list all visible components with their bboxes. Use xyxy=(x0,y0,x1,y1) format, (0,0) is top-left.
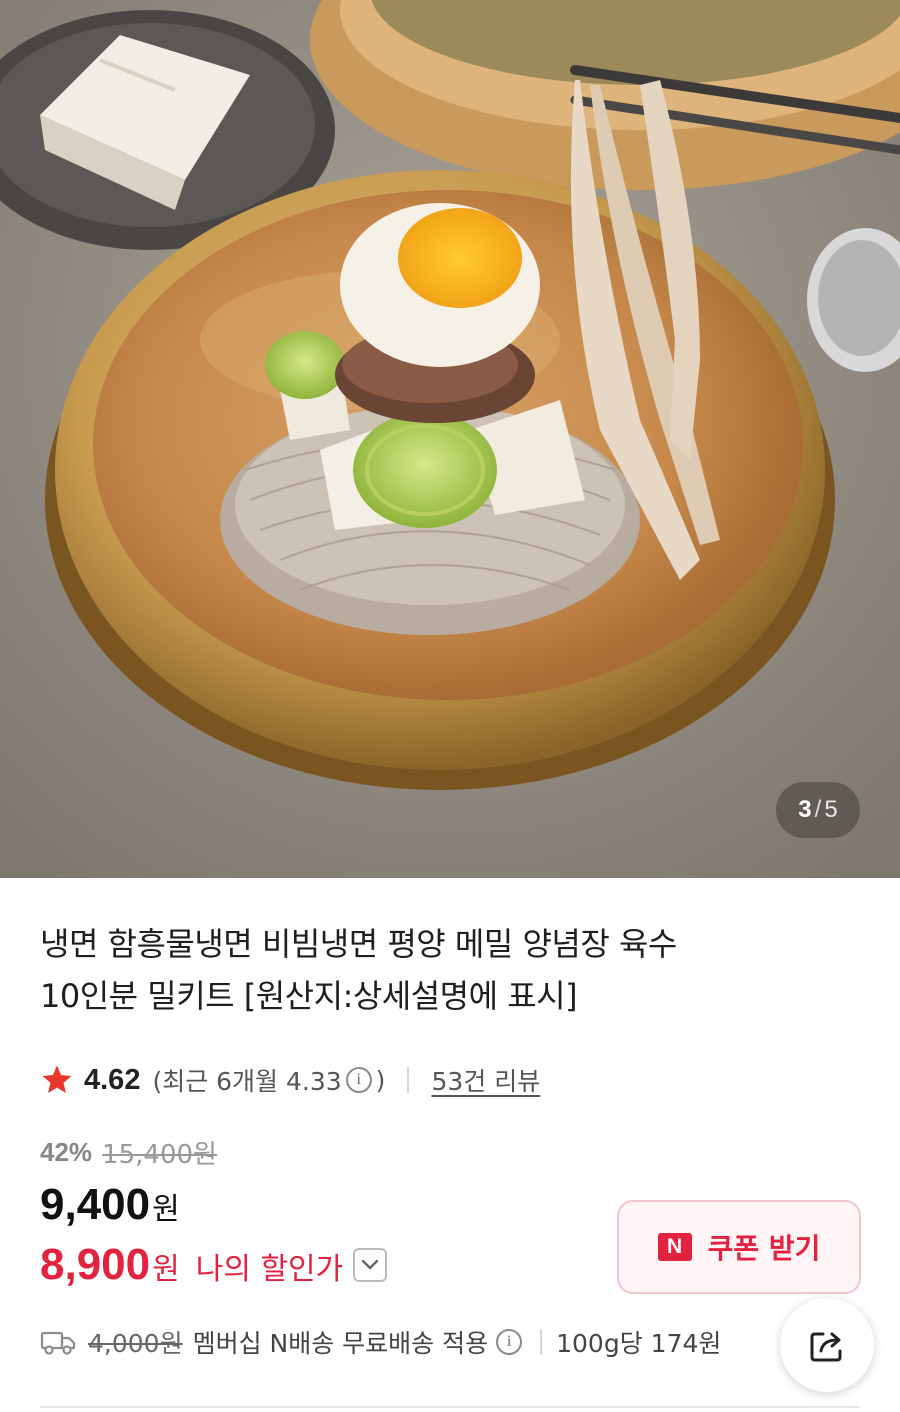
star-icon xyxy=(42,1065,72,1094)
share-button[interactable] xyxy=(780,1298,874,1392)
image-counter-total: 5 xyxy=(824,796,838,823)
rating-score: 4.62 xyxy=(84,1063,141,1096)
my-price-unit: 원 xyxy=(152,1252,180,1287)
recent-rating-close: ) xyxy=(375,1065,386,1095)
my-price-label: 나의 할인가 xyxy=(195,1252,344,1287)
recent-rating: (최근 6개월 4.33 i ) xyxy=(152,1062,385,1098)
product-image[interactable]: 3 / 5 xyxy=(0,0,900,878)
my-discount-price: 8,900 원 나의 할인가 xyxy=(40,1240,388,1290)
sale-price: 9,400 원 xyxy=(40,1180,180,1230)
my-price-number: 8,900 xyxy=(40,1240,151,1289)
shipping-row: 4,000원 멤버십 N배송 무료배송 적용 i 100g당 174원 xyxy=(40,1322,721,1362)
naengmyeon-photo xyxy=(0,0,900,878)
product-title-line-1: 냉면 함흥물냉면 비빔냉면 평양 메밀 양념장 육수 xyxy=(40,925,677,963)
sale-price-number: 9,400 xyxy=(40,1180,151,1229)
unit-price: 100g당 174원 xyxy=(556,1329,722,1358)
discount-rate: 42% xyxy=(40,1137,93,1167)
chevron-down-icon[interactable] xyxy=(353,1248,388,1282)
divider xyxy=(540,1329,543,1355)
image-counter-separator: / xyxy=(814,796,822,823)
divider xyxy=(407,1067,410,1093)
section-divider xyxy=(40,1406,860,1408)
shipping-info-icon[interactable]: i xyxy=(496,1329,523,1355)
recent-rating-text: (최근 6개월 4.33 xyxy=(152,1067,342,1096)
discount-row: 42% 15,400원 xyxy=(40,1134,217,1171)
image-counter-current: 3 xyxy=(798,796,812,823)
product-title-line-2: 10인분 밀키트 [원산지:상세설명에 표시] xyxy=(40,977,578,1015)
coupon-button-label: 쿠폰 받기 xyxy=(707,1232,821,1265)
original-shipping-fee: 4,000원 xyxy=(88,1329,183,1358)
sale-price-unit: 원 xyxy=(152,1192,180,1227)
review-count-link[interactable]: 53건 리뷰 xyxy=(431,1062,540,1098)
shipping-description: 멤버십 N배송 무료배송 적용 xyxy=(192,1329,489,1358)
naver-n-icon: N xyxy=(657,1233,692,1261)
image-counter: 3 / 5 xyxy=(776,782,860,838)
get-coupon-button[interactable]: N 쿠폰 받기 xyxy=(617,1200,861,1294)
product-title: 냉면 함흥물냉면 비빔냉면 평양 메밀 양념장 육수 10인분 밀키트 [원산지… xyxy=(40,918,840,1022)
original-price: 15,400원 xyxy=(102,1140,217,1170)
info-icon[interactable]: i xyxy=(345,1067,372,1093)
share-icon xyxy=(810,1332,842,1362)
rating-row: 4.62 (최근 6개월 4.33 i ) 53건 리뷰 xyxy=(40,1058,540,1102)
truck-icon xyxy=(40,1331,76,1355)
